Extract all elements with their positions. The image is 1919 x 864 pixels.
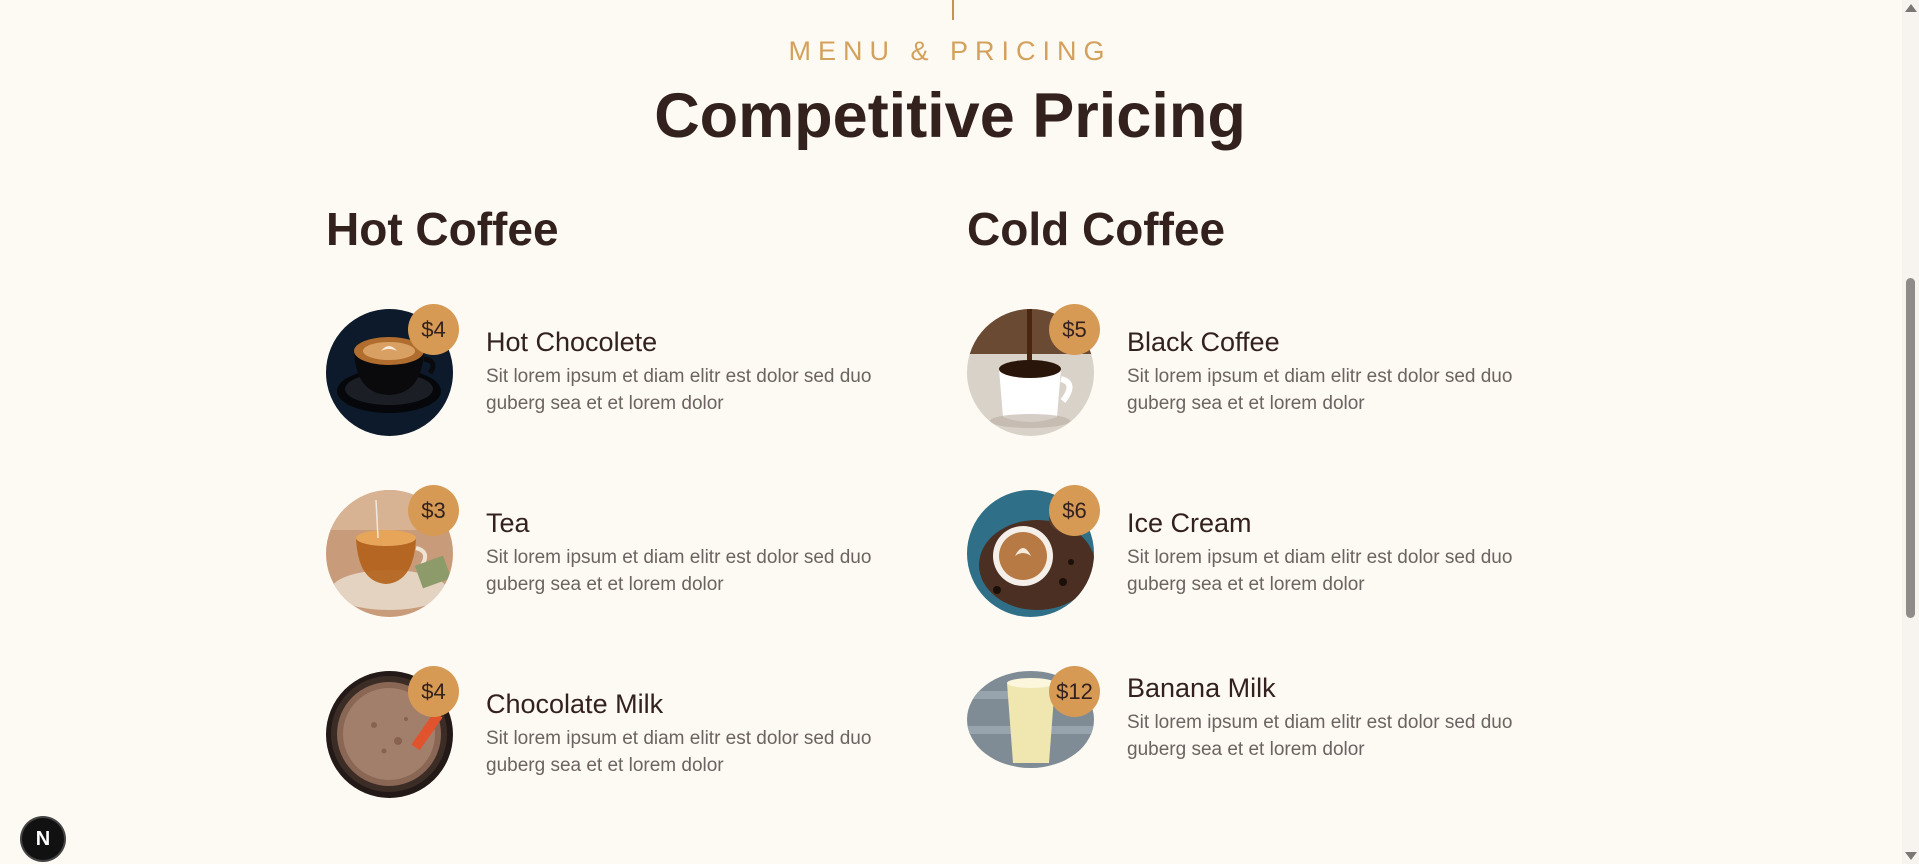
item-name: Ice Cream bbox=[1127, 508, 1252, 538]
section-divider-line bbox=[952, 0, 954, 20]
item-description: Sit lorem ipsum et diam elitr est dolor … bbox=[486, 366, 872, 414]
menu-item-chocolate-milk: $4 Chocolate Milk Sit lorem ipsum et dia… bbox=[326, 666, 926, 801]
item-description: Sit lorem ipsum et diam elitr est dolor … bbox=[1127, 366, 1513, 414]
item-description: Sit lorem ipsum et diam elitr est dolor … bbox=[486, 547, 872, 595]
price-badge: $3 bbox=[408, 485, 459, 536]
hot-coffee-menu: Hot Coffee $4 Hot Chocolete Sit lorem ip… bbox=[326, 200, 926, 798]
section-eyebrow: MENU & PRICING bbox=[788, 36, 1112, 66]
item-description: Sit lorem ipsum et diam elitr est dolor … bbox=[486, 728, 872, 776]
item-name: Black Coffee bbox=[1127, 327, 1280, 357]
price-badge: $6 bbox=[1049, 485, 1100, 536]
cold-coffee-title: Cold Coffee bbox=[967, 203, 1226, 255]
item-name: Chocolate Milk bbox=[486, 689, 664, 719]
item-name: Banana Milk bbox=[1127, 673, 1276, 703]
hot-coffee-title: Hot Coffee bbox=[326, 203, 559, 255]
item-description: Sit lorem ipsum et diam elitr est dolor … bbox=[1127, 547, 1513, 595]
section-title: Competitive Pricing bbox=[654, 81, 1246, 151]
price-badge: $5 bbox=[1049, 304, 1100, 355]
scroll-down-arrow-icon[interactable] bbox=[1905, 852, 1917, 860]
page: MENU & PRICING Competitive Pricing Hot C… bbox=[0, 0, 1919, 864]
menu-item-tea: $3 Tea Sit lorem ipsum et diam elitr est… bbox=[326, 485, 926, 620]
item-name: Tea bbox=[486, 508, 530, 538]
menu-item-black-coffee: $5 Black Coffee Sit lorem ipsum et diam … bbox=[967, 304, 1567, 439]
cold-coffee-menu: Cold Coffee $5 Black Coffee Sit lorem ip… bbox=[967, 200, 1567, 768]
price-badge: $4 bbox=[408, 304, 459, 355]
menu-item-ice-cream: $6 Ice Cream Sit lorem ipsum et diam eli… bbox=[967, 485, 1567, 620]
price-badge: $12 bbox=[1049, 666, 1100, 717]
scroll-up-arrow-icon[interactable] bbox=[1905, 4, 1917, 12]
vertical-scrollbar[interactable] bbox=[1902, 0, 1919, 864]
item-name: Hot Chocolete bbox=[486, 327, 658, 357]
scroll-thumb[interactable] bbox=[1906, 278, 1915, 618]
menu-item-banana-milk: $12 Banana Milk Sit lorem ipsum et diam … bbox=[967, 666, 1567, 801]
dev-tools-button[interactable]: N bbox=[22, 818, 64, 860]
menu-item-hot-chocolete: $4 Hot Chocolete Sit lorem ipsum et diam… bbox=[326, 304, 926, 439]
price-badge: $4 bbox=[408, 666, 459, 717]
item-description: Sit lorem ipsum et diam elitr est dolor … bbox=[1127, 712, 1513, 760]
